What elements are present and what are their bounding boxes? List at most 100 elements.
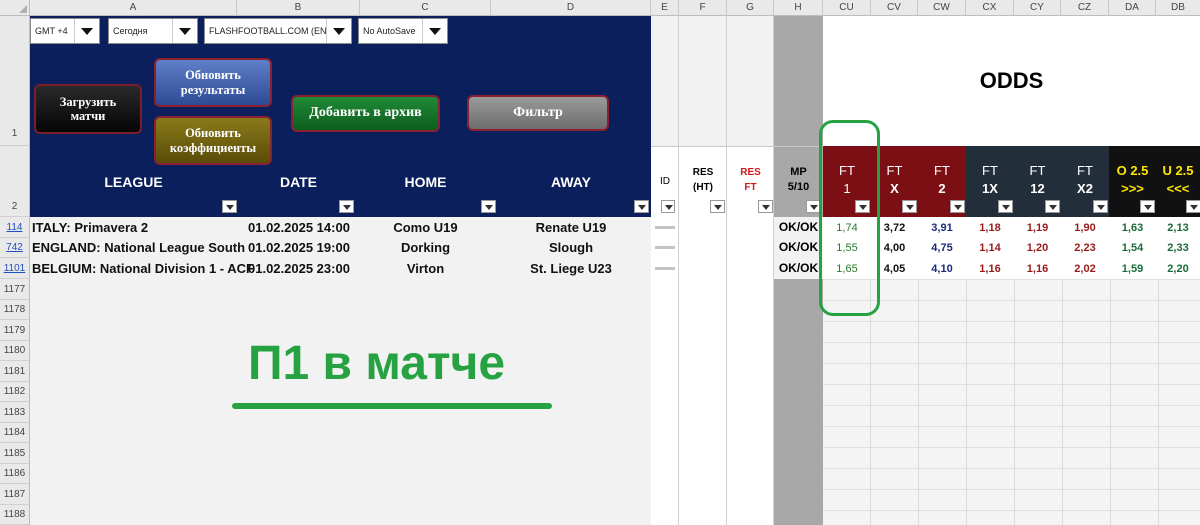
chevron-down-icon[interactable] [422,19,447,43]
row-header-1187[interactable]: 1187 [0,484,30,505]
column-header-d[interactable]: D [491,0,651,16]
odds-value[interactable]: 1,16 [1014,259,1061,279]
match-2-league[interactable]: ENGLAND: National League South [32,240,245,255]
column-header-cy[interactable]: CY [1014,0,1061,16]
column-header-cz[interactable]: CZ [1061,0,1109,16]
odds-value[interactable]: 2,23 [1061,238,1109,258]
match-3-mp[interactable]: OK/OK [774,261,823,275]
odds-value[interactable]: 1,20 [1014,238,1061,258]
odds-value[interactable]: 1,59 [1109,259,1156,279]
match-id-cell[interactable] [655,246,675,249]
odds-value[interactable]: 1,14 [966,238,1014,258]
filter-dropdown-icon[interactable] [710,200,725,213]
column-header-a[interactable]: A [30,0,237,16]
odds-value[interactable]: 1,16 [966,259,1014,279]
odds-value[interactable]: 2,20 [1156,259,1200,279]
row-header-1181[interactable]: 1181 [0,361,30,382]
row-header-1177[interactable]: 1177 [0,279,30,300]
filter-dropdown-icon[interactable] [661,200,675,213]
odds-value[interactable]: 1,90 [1061,218,1109,238]
row-header-742[interactable]: 742 [0,238,30,258]
filter-dropdown-icon[interactable] [339,200,354,213]
column-header-h[interactable]: H [774,0,823,16]
match-2-away[interactable]: Slough [491,240,651,255]
column-header-g[interactable]: G [727,0,774,16]
match-3-home[interactable]: Virton [360,261,491,276]
odds-value[interactable]: 1,18 [966,218,1014,238]
row-header-1183[interactable]: 1183 [0,402,30,423]
period-value: Сегодня [113,26,148,36]
column-header-cu[interactable]: CU [823,0,871,16]
period-select[interactable]: Сегодня [108,18,198,44]
row-header-1185[interactable]: 1185 [0,443,30,464]
row-header-1180[interactable]: 1180 [0,341,30,361]
filter-dropdown-icon[interactable] [950,200,965,213]
autosave-select[interactable]: No AutoSave [358,18,448,44]
match-3-date[interactable]: 01.02.2025 23:00 [248,261,350,276]
chevron-down-icon[interactable] [74,19,99,43]
column-header-c[interactable]: C [360,0,491,16]
odds-value[interactable]: 2,13 [1156,218,1200,238]
odds-value[interactable]: 1,63 [1109,218,1156,238]
filter-dropdown-icon[interactable] [758,200,773,213]
match-id-cell[interactable] [655,226,675,229]
odds-value[interactable]: 3,91 [918,218,966,238]
row-header-1184[interactable]: 1184 [0,423,30,443]
filter-dropdown-icon[interactable] [998,200,1013,213]
update-odds-button[interactable]: Обновить коэффициенты [154,116,272,165]
row-header-2[interactable]: 2 [0,146,30,217]
column-header-db[interactable]: DB [1156,0,1200,16]
update-results-button[interactable]: Обновить результаты [154,58,272,107]
odds-value[interactable]: 4,10 [918,259,966,279]
column-header-da[interactable]: DA [1109,0,1156,16]
filter-dropdown-icon[interactable] [222,200,237,213]
row-header-1179[interactable]: 1179 [0,320,30,341]
row-header-1101[interactable]: 1101 [0,258,30,279]
load-matches-button[interactable]: Загрузить матчи [34,84,142,134]
select-all-corner[interactable] [0,0,30,16]
column-g-area [727,16,774,525]
filter-dropdown-icon[interactable] [634,200,649,213]
match-1-mp[interactable]: OK/OK [774,220,823,234]
chevron-down-icon[interactable] [326,19,351,43]
odds-value[interactable]: 2,02 [1061,259,1109,279]
filter-button[interactable]: Фильтр [467,95,609,131]
column-header-b[interactable]: B [237,0,360,16]
filter-dropdown-icon[interactable] [1140,200,1155,213]
timezone-select[interactable]: GMT +4 [30,18,100,44]
row-header-114[interactable]: 114 [0,217,30,238]
row-header-1[interactable]: 1 [0,16,30,146]
column-header-cx[interactable]: CX [966,0,1014,16]
filter-dropdown-icon[interactable] [1045,200,1060,213]
match-id-cell[interactable] [655,267,675,270]
column-header-f[interactable]: F [679,0,727,16]
match-1-away[interactable]: Renate U19 [491,220,651,235]
filter-dropdown-icon[interactable] [1186,200,1200,213]
match-1-league[interactable]: ITALY: Primavera 2 [32,220,148,235]
row-header-1178[interactable]: 1178 [0,300,30,320]
match-2-date[interactable]: 01.02.2025 19:00 [248,240,350,255]
add-to-archive-button[interactable]: Добавить в архив [291,95,440,132]
filter-dropdown-icon[interactable] [902,200,917,213]
column-header-cw[interactable]: CW [918,0,966,16]
match-3-away[interactable]: St. Liege U23 [491,261,651,276]
filter-dropdown-icon[interactable] [1093,200,1108,213]
match-1-date[interactable]: 01.02.2025 14:00 [248,220,350,235]
source-select[interactable]: FLASHFOOTBALL.COM (EN) [204,18,352,44]
match-1-home[interactable]: Como U19 [360,220,491,235]
column-header-e[interactable]: E [651,0,679,16]
odds-value[interactable]: 4,75 [918,238,966,258]
odds-header-line1: O 2.5 [1116,163,1149,178]
odds-value[interactable]: 1,19 [1014,218,1061,238]
filter-dropdown-icon[interactable] [481,200,496,213]
column-header-cv[interactable]: CV [871,0,918,16]
odds-value[interactable]: 1,54 [1109,238,1156,258]
chevron-down-icon[interactable] [172,19,197,43]
row-header-1188[interactable]: 1188 [0,505,30,525]
match-3-league[interactable]: BELGIUM: National Division 1 - ACF [32,261,254,276]
odds-value[interactable]: 2,33 [1156,238,1200,258]
match-2-home[interactable]: Dorking [360,240,491,255]
row-header-1182[interactable]: 1182 [0,382,30,402]
row-header-1186[interactable]: 1186 [0,464,30,484]
match-2-mp[interactable]: OK/OK [774,240,823,254]
